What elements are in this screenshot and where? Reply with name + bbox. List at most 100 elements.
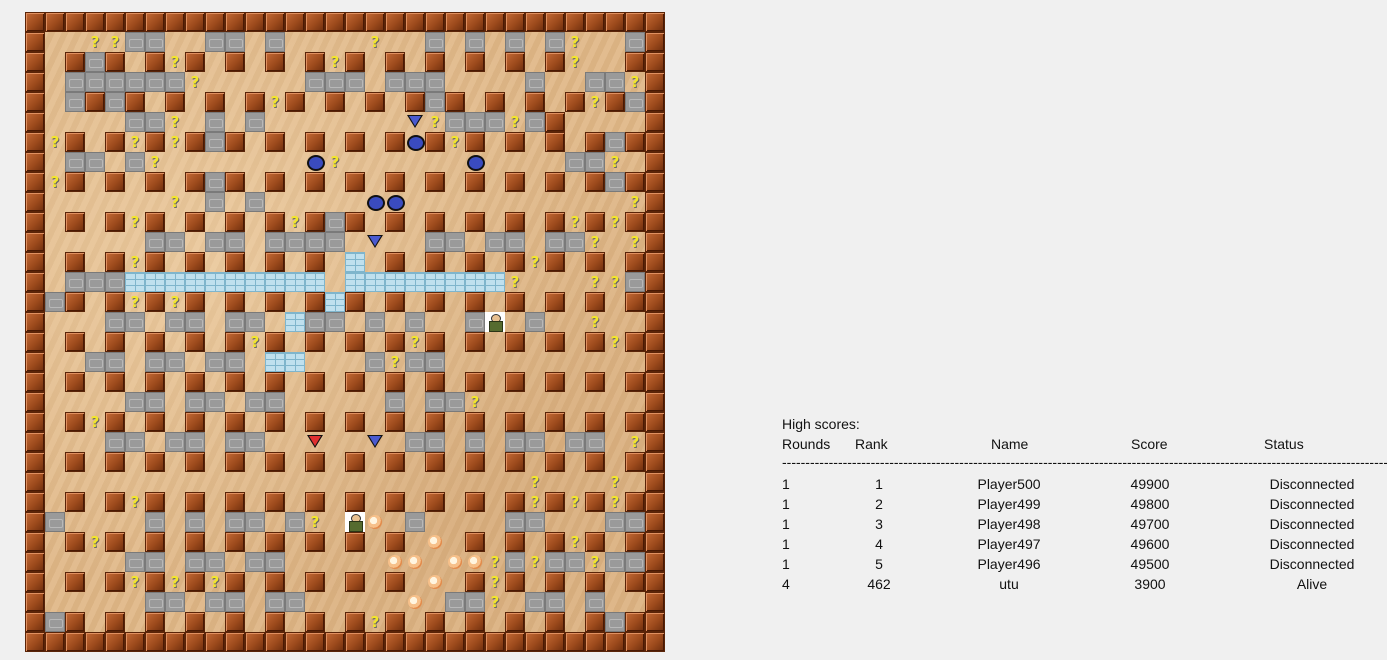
- sand-floor: [385, 112, 405, 132]
- sand-floor: [325, 332, 345, 352]
- question-bonus: [165, 292, 185, 312]
- stone-block: [145, 232, 165, 252]
- sand-floor: [585, 392, 605, 412]
- stone-block: [445, 112, 465, 132]
- sand-floor: [565, 612, 585, 632]
- sand-floor: [365, 412, 385, 432]
- question-bonus: [565, 52, 585, 72]
- sand-floor: [365, 52, 385, 72]
- wall-block: [505, 292, 525, 312]
- sand-floor: [445, 492, 465, 512]
- sand-floor: [565, 132, 585, 152]
- question-bonus: [85, 532, 105, 552]
- sand-floor: [305, 592, 325, 612]
- sand-floor: [105, 472, 125, 492]
- sand-floor: [245, 452, 265, 472]
- score-rounds-cell: 4: [782, 576, 790, 592]
- sand-floor: [165, 32, 185, 52]
- wall-block: [25, 212, 45, 232]
- explosion-fire: [445, 552, 465, 572]
- sand-floor: [525, 532, 545, 552]
- sand-floor: [325, 452, 345, 472]
- sand-floor: [345, 112, 365, 132]
- sand-floor: [505, 312, 525, 332]
- sand-floor: [445, 352, 465, 372]
- sand-floor: [325, 492, 345, 512]
- stone-block: [325, 72, 345, 92]
- question-bonus: [605, 212, 625, 232]
- sand-floor: [485, 132, 505, 152]
- wall-block: [125, 92, 145, 112]
- wall-block: [545, 632, 565, 652]
- sand-floor: [365, 552, 385, 572]
- stone-block: [145, 512, 165, 532]
- sand-floor: [45, 392, 65, 412]
- sand-floor: [525, 572, 545, 592]
- wall-block: [465, 172, 485, 192]
- sand-floor: [165, 512, 185, 532]
- wall-block: [645, 392, 665, 412]
- sand-floor: [325, 432, 345, 452]
- wall-block: [545, 572, 565, 592]
- sand-floor: [425, 152, 445, 172]
- wall-block: [325, 12, 345, 32]
- sand-floor: [205, 332, 225, 352]
- wall-block: [505, 532, 525, 552]
- game-board[interactable]: [25, 12, 665, 652]
- sand-floor: [85, 132, 105, 152]
- sand-floor: [245, 252, 265, 272]
- explosion-fire: [425, 572, 445, 592]
- wall-block: [565, 12, 585, 32]
- wall-block: [145, 252, 165, 272]
- wall-block: [265, 572, 285, 592]
- wall-block: [625, 172, 645, 192]
- sand-floor: [245, 72, 265, 92]
- question-bonus: [265, 92, 285, 112]
- wall-block: [25, 152, 45, 172]
- sand-floor: [605, 532, 625, 552]
- score-rounds-cell: 1: [782, 496, 790, 512]
- sand-floor: [365, 392, 385, 412]
- stone-block: [265, 32, 285, 52]
- wall-block: [105, 452, 125, 472]
- stone-block: [185, 312, 205, 332]
- sand-floor: [385, 472, 405, 492]
- sand-floor: [105, 512, 125, 532]
- ice-brick: [385, 272, 405, 292]
- question-bonus: [165, 52, 185, 72]
- sand-floor: [165, 152, 185, 172]
- stone-block: [105, 352, 125, 372]
- sand-floor: [485, 472, 505, 492]
- sand-floor: [45, 52, 65, 72]
- stone-block: [45, 512, 65, 532]
- wall-block: [265, 252, 285, 272]
- sand-floor: [565, 172, 585, 192]
- ice-brick: [205, 272, 225, 292]
- question-bonus: [625, 432, 645, 452]
- wall-block: [645, 112, 665, 132]
- wall-block: [225, 212, 245, 232]
- ice-brick: [425, 272, 445, 292]
- wall-block: [385, 612, 405, 632]
- score-score-cell: 49500: [1130, 556, 1170, 572]
- wall-block: [65, 632, 85, 652]
- wall-block: [485, 632, 505, 652]
- sand-floor: [465, 92, 485, 112]
- wall-block: [585, 632, 605, 652]
- wall-block: [385, 532, 405, 552]
- wall-block: [185, 612, 205, 632]
- sand-floor: [445, 472, 465, 492]
- wall-block: [145, 12, 165, 32]
- wall-block: [645, 292, 665, 312]
- sand-floor: [85, 512, 105, 532]
- sand-floor: [565, 592, 585, 612]
- wall-block: [25, 72, 45, 92]
- stone-block: [565, 432, 585, 452]
- player-character: [345, 512, 365, 532]
- sand-floor: [445, 172, 465, 192]
- sand-floor: [65, 232, 85, 252]
- stone-block: [405, 432, 425, 452]
- sand-floor: [325, 512, 345, 532]
- wall-block: [625, 412, 645, 432]
- sand-floor: [405, 292, 425, 312]
